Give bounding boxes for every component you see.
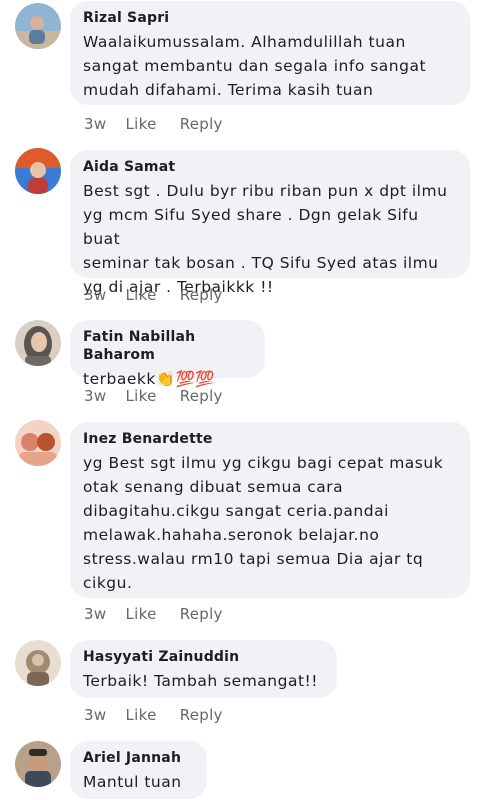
avatar[interactable] bbox=[15, 320, 61, 366]
reply-button[interactable]: Reply bbox=[180, 286, 223, 304]
like-button[interactable]: Like bbox=[126, 605, 157, 623]
like-button[interactable]: Like bbox=[126, 706, 157, 724]
comment-bubble: Hasyyati Zainuddin Terbaik! Tambah seman… bbox=[70, 640, 337, 698]
comment-time[interactable]: 3w bbox=[84, 605, 106, 623]
avatar[interactable] bbox=[15, 3, 61, 49]
comment-author[interactable]: Inez Benardette bbox=[83, 430, 456, 448]
comment-author[interactable]: Aida Samat bbox=[83, 158, 456, 176]
avatar[interactable] bbox=[15, 741, 61, 787]
comment-text: Terbaik! Tambah semangat!! bbox=[83, 672, 318, 690]
comment-time[interactable]: 3w bbox=[84, 286, 106, 304]
comment-actions: 3w Like Reply bbox=[84, 706, 237, 724]
like-button[interactable]: Like bbox=[126, 286, 157, 304]
comment-time[interactable]: 3w bbox=[84, 387, 106, 405]
avatar[interactable] bbox=[15, 640, 61, 686]
comment-text: yg Best sgt ilmu yg cikgu bagi cepat mas… bbox=[83, 454, 444, 592]
reply-button[interactable]: Reply bbox=[180, 387, 223, 405]
comment-bubble: Inez Benardette yg Best sgt ilmu yg cikg… bbox=[70, 422, 470, 598]
comment-author[interactable]: Fatin Nabillah Baharom bbox=[83, 328, 251, 364]
comment-text: Waalaikumussalam. Alhamdulillah tuan san… bbox=[83, 33, 427, 99]
comment-author[interactable]: Ariel Jannah bbox=[83, 749, 193, 767]
avatar[interactable] bbox=[15, 148, 61, 194]
comment-actions: 3w Like Reply bbox=[84, 115, 237, 133]
comment-text: Mantul tuan bbox=[83, 773, 182, 791]
comment-time[interactable]: 3w bbox=[84, 706, 106, 724]
comment-author[interactable]: Hasyyati Zainuddin bbox=[83, 648, 323, 666]
comment-actions: 3w Like Reply bbox=[84, 605, 237, 623]
reply-button[interactable]: Reply bbox=[180, 706, 223, 724]
comment-bubble: Ariel Jannah Mantul tuan bbox=[70, 741, 207, 799]
like-button[interactable]: Like bbox=[126, 115, 157, 133]
comment-bubble: Fatin Nabillah Baharom terbaekk👏💯💯 bbox=[70, 320, 265, 388]
comment-author[interactable]: Rizal Sapri bbox=[83, 9, 456, 27]
avatar[interactable] bbox=[15, 420, 61, 466]
like-button[interactable]: Like bbox=[126, 387, 157, 405]
reply-button[interactable]: Reply bbox=[180, 115, 223, 133]
comment-actions: 3w Like Reply bbox=[84, 286, 237, 304]
comment-text: Best sgt . Dulu byr ribu riban pun x dpt… bbox=[83, 182, 448, 296]
comment-bubble: Aida Samat Best sgt . Dulu byr ribu riba… bbox=[70, 150, 470, 296]
comment-actions: 3w Like Reply bbox=[84, 387, 237, 405]
comment-bubble: Rizal Sapri Waalaikumussalam. Alhamdulil… bbox=[70, 1, 470, 105]
reply-button[interactable]: Reply bbox=[180, 605, 223, 623]
comment-time[interactable]: 3w bbox=[84, 115, 106, 133]
